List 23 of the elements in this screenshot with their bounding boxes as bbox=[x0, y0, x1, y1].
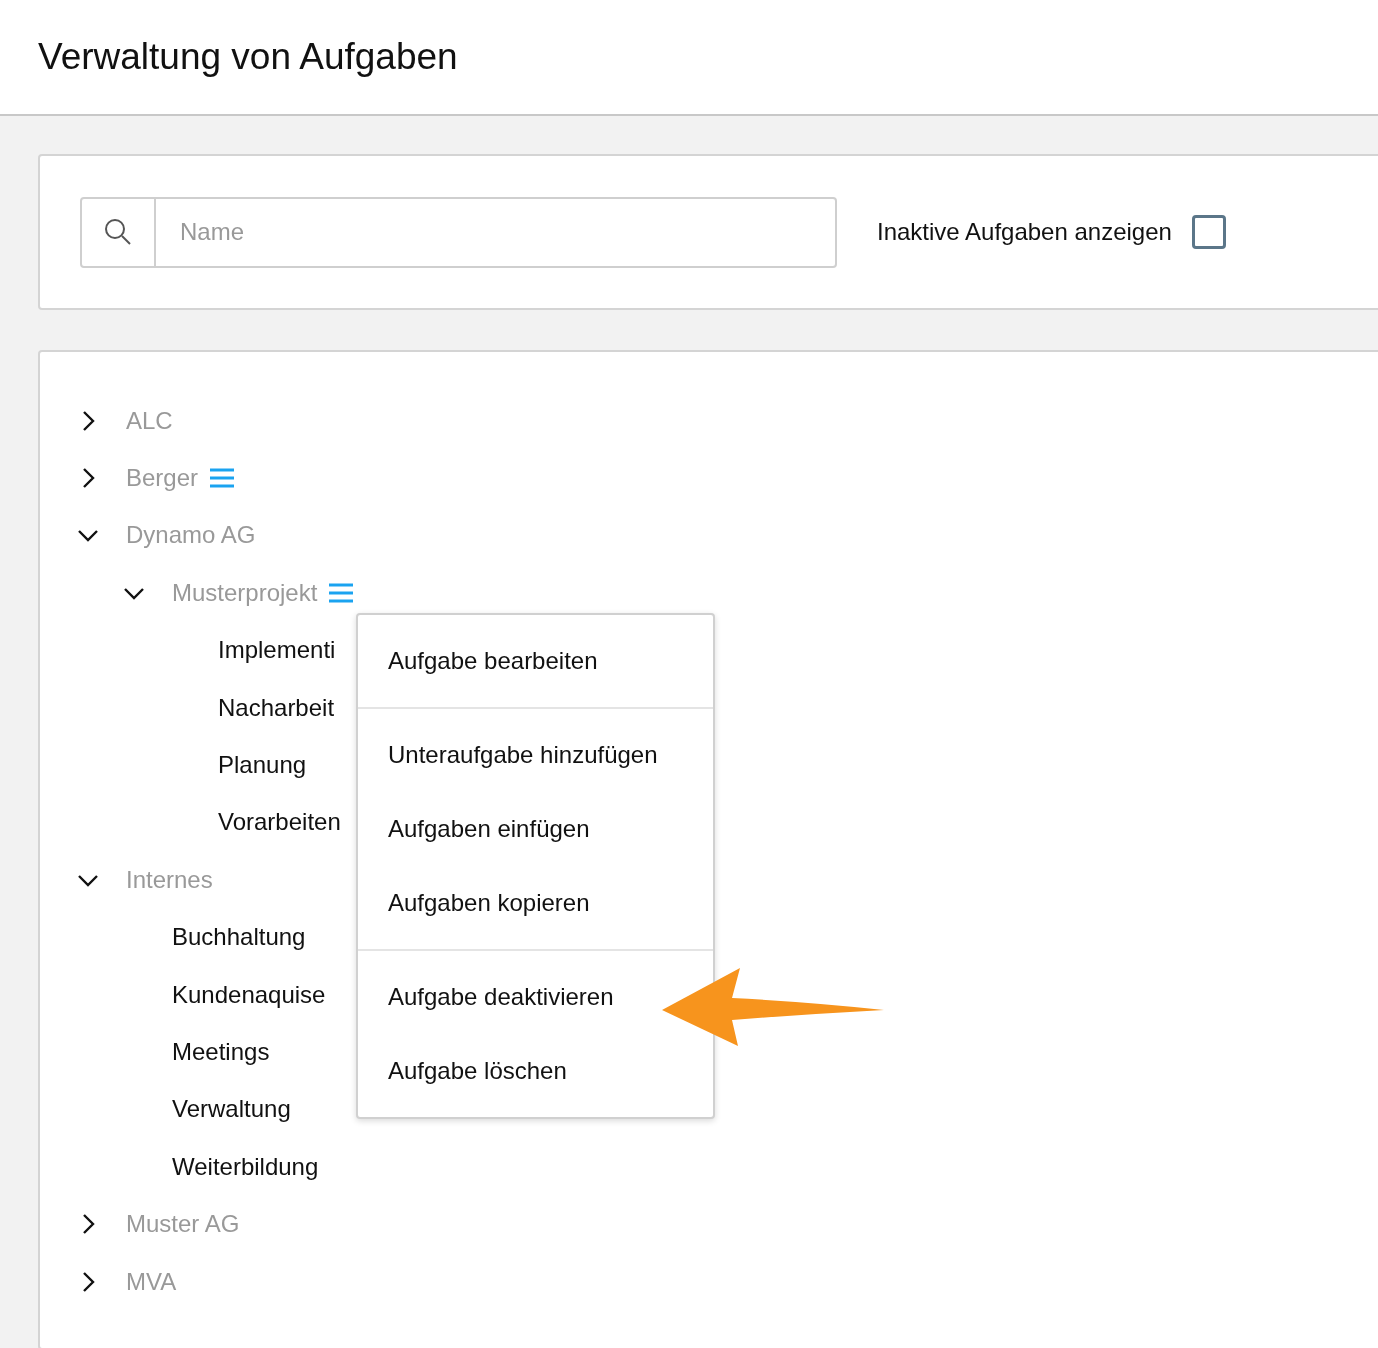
task-label[interactable]: Nacharbeit bbox=[218, 693, 335, 722]
task-label[interactable]: Buchhaltung bbox=[172, 923, 306, 952]
task-label[interactable]: Meetings bbox=[172, 1038, 270, 1066]
checkbox[interactable] bbox=[1191, 215, 1226, 249]
page-title: Verwaltung von Aufgaben bbox=[38, 36, 458, 78]
checkbox-label: Inaktive Aufgaben anzeigen bbox=[877, 218, 1172, 246]
task-label[interactable]: Implementi bbox=[218, 636, 336, 665]
task-label[interactable]: Kundenaquise bbox=[172, 980, 326, 1009]
menu-item[interactable]: Aufgabe bearbeiten bbox=[388, 624, 598, 698]
task-label[interactable]: Vorarbeiten bbox=[218, 808, 341, 837]
task-label[interactable]: Verwaltung bbox=[172, 1095, 291, 1124]
search-field[interactable]: Name bbox=[80, 196, 837, 268]
task-label[interactable]: Weiterbildung bbox=[172, 1152, 319, 1181]
menu-item[interactable]: Aufgabe löschen bbox=[388, 1034, 567, 1108]
menu-item[interactable]: Unteraufgabe hinzufügen bbox=[388, 718, 658, 792]
search-input[interactable]: Name bbox=[156, 198, 835, 266]
menu-item[interactable]: Aufgaben kopieren bbox=[388, 866, 590, 940]
task-label[interactable]: Planung bbox=[218, 751, 307, 780]
menu-item[interactable]: Aufgabe deaktivieren bbox=[388, 960, 614, 1034]
search-icon bbox=[104, 218, 132, 246]
menu-icon[interactable] bbox=[329, 582, 354, 603]
menu-icon[interactable] bbox=[210, 468, 235, 489]
menu-item[interactable]: Aufgaben einfügen bbox=[388, 792, 590, 866]
